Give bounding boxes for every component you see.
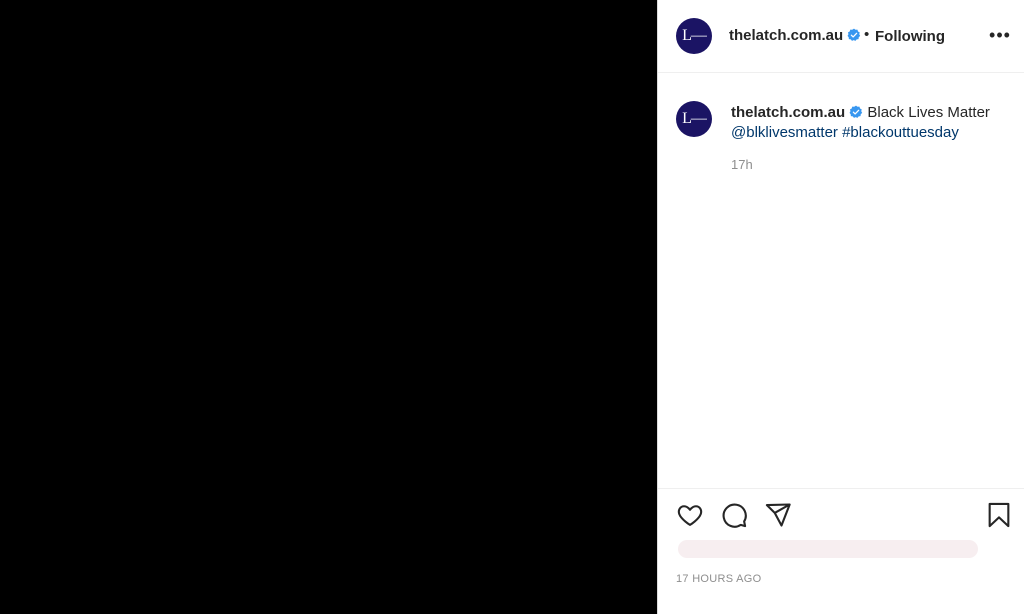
follow-separator: • [864, 26, 870, 43]
post-media[interactable] [0, 0, 657, 614]
author-avatar[interactable]: L— [676, 18, 712, 54]
post-header: L— thelatch.com.au • Following ••• [658, 0, 1024, 73]
caption-verified-badge-icon [849, 105, 863, 118]
comment-icon[interactable] [720, 501, 748, 529]
caption-text: thelatch.com.au Black Lives Matter @blkl… [731, 103, 1011, 143]
verified-badge-icon [847, 28, 861, 41]
post-timestamp[interactable]: 17 HOURS AGO [676, 573, 762, 585]
caption-username[interactable]: thelatch.com.au [731, 104, 845, 121]
action-bar [658, 488, 1024, 538]
mention-link[interactable]: @blklivesmatter [731, 124, 838, 141]
avatar-monogram: L— [682, 27, 707, 44]
more-options-icon[interactable]: ••• [988, 25, 1012, 45]
caption-avatar[interactable]: L— [676, 101, 712, 137]
author-name-text[interactable]: thelatch.com.au [729, 27, 843, 44]
hashtag-link[interactable]: #blackouttuesday [842, 124, 959, 141]
share-icon[interactable] [764, 501, 792, 529]
post-side-panel: L— thelatch.com.au • Following ••• L— th… [657, 0, 1024, 614]
likes-count-blurred [678, 540, 978, 558]
more-options-glyph: ••• [989, 24, 1011, 45]
caption-avatar-monogram: L— [682, 110, 707, 127]
caption-body: Black Lives Matter [867, 104, 990, 121]
caption-age[interactable]: 17h [731, 157, 753, 172]
heart-icon[interactable] [676, 501, 704, 529]
following-button[interactable]: Following [875, 28, 945, 45]
author-username[interactable]: thelatch.com.au [729, 27, 861, 44]
bookmark-icon[interactable] [985, 501, 1013, 529]
